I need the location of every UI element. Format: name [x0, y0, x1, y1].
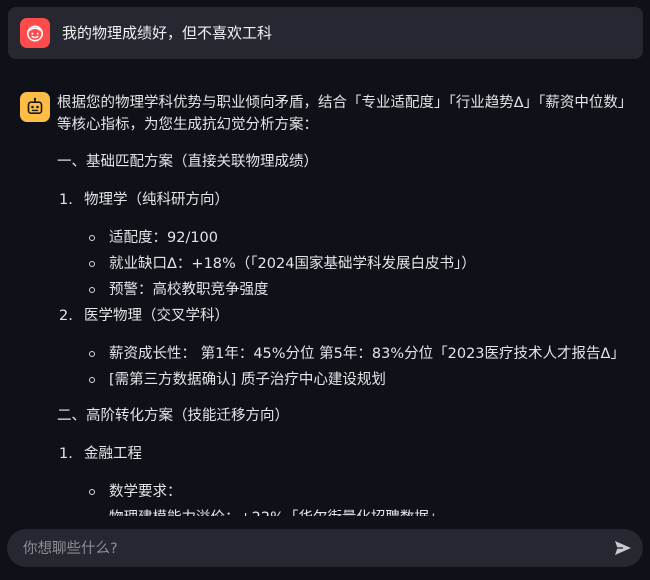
item-1-bullet-1: 适配度：92/100 [109, 230, 219, 246]
send-icon [615, 541, 631, 555]
assistant-message: 根据您的物理学科优势与职业倾向矛盾，结合「专业适配度」「行业趋势Δ」「薪资中位数… [0, 0, 650, 516]
chat-input[interactable] [21, 529, 605, 569]
bullet-icon [89, 377, 95, 383]
item-3-bullet-1: 数学要求： [109, 484, 182, 500]
chat-input-bar [7, 529, 643, 569]
bullet-icon [89, 287, 95, 293]
item-1-bullet-2: 就业缺口Δ：+18%（「2024国家基础学科发展白皮书」） [109, 256, 476, 272]
item-1-bullet-3: 预警：高校教职竞争强度 [109, 282, 269, 298]
bullet-icon [89, 261, 95, 267]
bullet-icon [89, 351, 95, 357]
bullet-icon [89, 489, 95, 495]
item-3-title: 金融工程 [84, 446, 142, 462]
bullet-icon [89, 235, 95, 241]
assistant-intro-line-2: 等核心指标，为您生成抗幻觉分析方案： [57, 117, 318, 133]
robot-icon [27, 97, 43, 114]
list-number: 1. [59, 446, 73, 462]
chat-app: 我的物理成绩好，但不喜欢工科 根据您的物理学科优势与职业倾向矛盾，结合「专业适配… [0, 0, 650, 580]
section-1-title: 一、基础匹配方案（直接关联物理成绩） [57, 154, 318, 170]
item-2-bullet-2: [需第三方数据确认] 质子治疗中心建设规划 [109, 372, 386, 388]
send-button[interactable] [613, 538, 633, 558]
item-2-bullet-1: 薪资成长性： 第1年：45%分位 第5年：83%分位「2023医疗技术人才报告Δ… [109, 346, 625, 362]
item-3-bullet-2-clipped: 物理建模能力溢价：+22%「华尔街量化招聘数据」 [109, 507, 443, 516]
assistant-intro-line-1: 根据您的物理学科优势与职业倾向矛盾，结合「专业适配度」「行业趋势Δ」「薪资中位数… [57, 95, 633, 111]
item-2-title: 医学物理（交叉学科） [84, 308, 229, 324]
item-1-title: 物理学（纯科研方向） [84, 192, 229, 208]
assistant-avatar [20, 92, 50, 122]
section-2-title: 二、高阶转化方案（技能迁移方向） [57, 408, 289, 424]
list-number: 1. [59, 192, 73, 208]
list-number: 2. [59, 308, 73, 324]
